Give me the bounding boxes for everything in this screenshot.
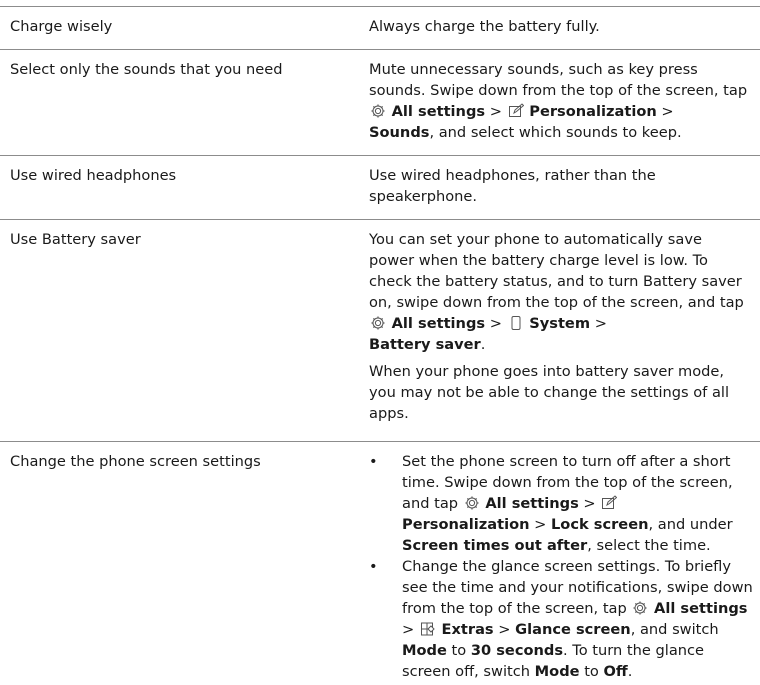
divider-line bbox=[0, 219, 760, 220]
divider-line bbox=[0, 49, 760, 50]
extras-icon bbox=[420, 621, 436, 637]
tip-description: Mute unnecessary sounds, such as key pre… bbox=[369, 61, 748, 141]
gear-icon bbox=[370, 315, 386, 331]
gear-icon bbox=[632, 600, 648, 616]
tip-label: Use wired headphones bbox=[10, 167, 177, 184]
divider-line bbox=[0, 155, 760, 156]
tip-description: You can set your phone to automatically … bbox=[369, 231, 744, 353]
tip-label: Select only the sounds that you need bbox=[10, 61, 283, 78]
pencil-edit-icon bbox=[508, 103, 524, 119]
phone-icon bbox=[508, 315, 524, 331]
bullet-list: • Set the phone screen to turn off after… bbox=[369, 451, 754, 682]
tip-description: Use wired headphones, rather than the sp… bbox=[369, 167, 656, 205]
tip-description: Always charge the battery fully. bbox=[369, 18, 600, 35]
bullet-marker: • bbox=[369, 558, 378, 575]
tip-label: Change the phone screen settings bbox=[10, 453, 261, 470]
gear-icon bbox=[370, 103, 386, 119]
tip-label: Charge wisely bbox=[10, 18, 113, 35]
list-item: • Change the glance screen settings. To … bbox=[369, 558, 753, 680]
divider-line bbox=[0, 6, 760, 7]
battery-tips-table: Charge wisely Always charge the battery … bbox=[0, 0, 760, 685]
gear-icon bbox=[464, 495, 480, 511]
tip-description-note: When your phone goes into battery saver … bbox=[369, 363, 730, 422]
bullet-marker: • bbox=[369, 453, 378, 470]
pencil-edit-icon bbox=[601, 495, 618, 511]
list-item: • Set the phone screen to turn off after… bbox=[369, 453, 733, 554]
divider-line bbox=[0, 441, 760, 442]
tip-label: Use Battery saver bbox=[10, 231, 141, 248]
